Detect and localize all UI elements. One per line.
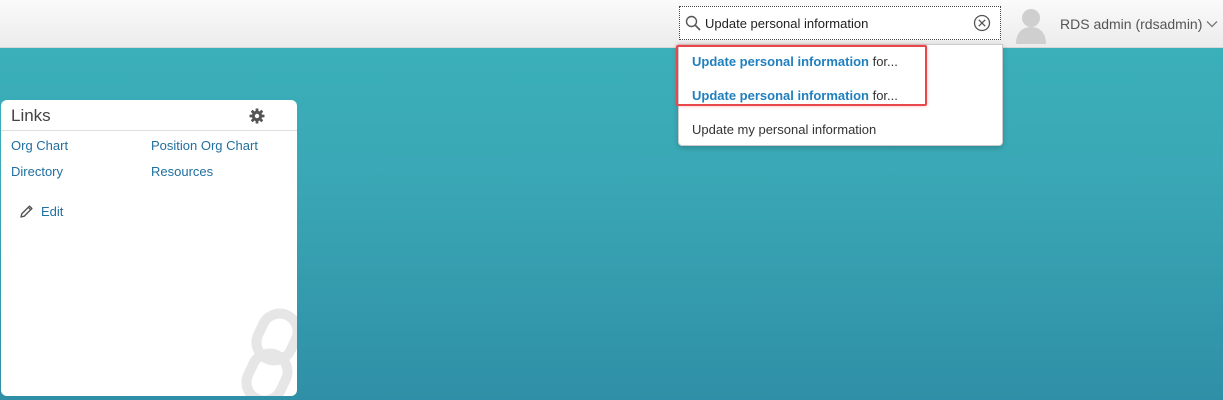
- link-resources[interactable]: Resources: [151, 164, 213, 179]
- search-result-suffix: Update my personal information: [692, 122, 877, 137]
- pencil-icon[interactable]: [19, 204, 34, 219]
- link-directory[interactable]: Directory: [11, 164, 63, 179]
- link-org-chart[interactable]: Org Chart: [11, 138, 68, 153]
- card-title: Links: [11, 106, 51, 125]
- search-result-item[interactable]: Update my personal information: [692, 122, 876, 137]
- links-card: Links Org Chart Position Org Chart Direc…: [1, 100, 297, 396]
- search-result-suffix: for...: [868, 54, 898, 69]
- search-box[interactable]: [679, 6, 1001, 40]
- search-result-highlight: Update personal information: [692, 88, 869, 103]
- search-result-item[interactable]: Update personal information for...: [692, 88, 898, 103]
- search-result-suffix: for...: [868, 88, 898, 103]
- edit-link[interactable]: Edit: [41, 204, 63, 219]
- top-bar: RDS admin (rdsadmin): [0, 0, 1223, 48]
- clear-icon[interactable]: [973, 14, 991, 32]
- chevron-down-icon[interactable]: [1206, 20, 1218, 28]
- search-result-item[interactable]: Update personal information for...: [692, 54, 898, 69]
- link-chain-icon: [241, 308, 297, 396]
- search-results-dropdown: Update personal information for... Updat…: [678, 44, 1003, 146]
- search-icon: [685, 15, 701, 31]
- search-input[interactable]: [705, 11, 965, 35]
- gear-icon[interactable]: [249, 108, 265, 124]
- search-result-highlight: Update personal information: [692, 54, 869, 69]
- link-position-org-chart[interactable]: Position Org Chart: [151, 138, 258, 153]
- card-header: Links: [1, 100, 297, 131]
- avatar-icon[interactable]: [1014, 6, 1048, 44]
- user-name[interactable]: RDS admin (rdsadmin): [1060, 16, 1202, 32]
